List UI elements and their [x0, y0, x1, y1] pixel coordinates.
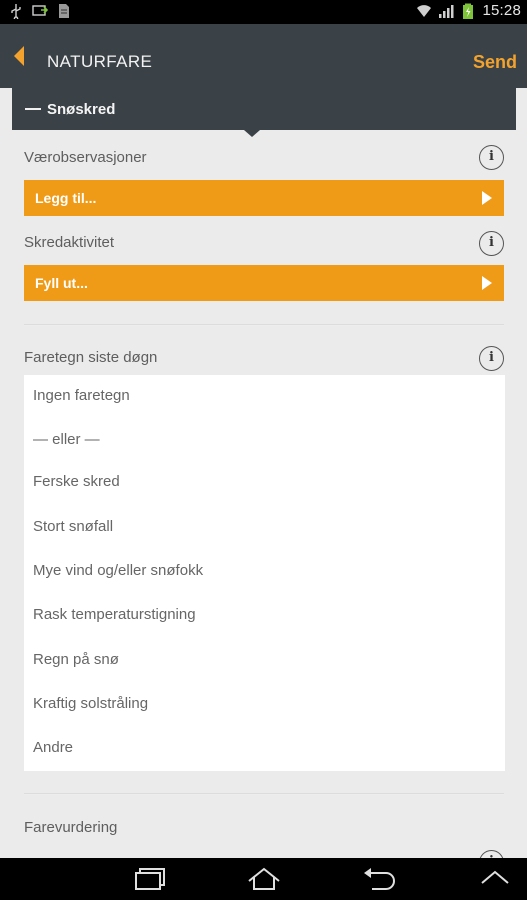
back-icon[interactable]: [362, 867, 396, 891]
list-item[interactable]: Mye vind og/eller snøfokk: [33, 562, 203, 579]
button-label: Legg til...: [35, 190, 97, 206]
home-icon[interactable]: [246, 867, 282, 891]
list-item[interactable]: Ferske skred: [33, 473, 120, 490]
danger-assessment-label: Farevurdering: [24, 819, 118, 836]
button-label: Fyll ut...: [35, 275, 88, 291]
screen-share-icon: [32, 5, 48, 16]
add-weather-observation-button[interactable]: Legg til...: [24, 180, 504, 216]
document-icon: [59, 4, 69, 18]
list-item[interactable]: Kraftig solstråling: [33, 695, 148, 712]
divider: [24, 793, 504, 795]
send-button[interactable]: Send: [473, 52, 517, 73]
list-item[interactable]: Regn på snø: [33, 651, 119, 668]
info-icon[interactable]: i: [479, 850, 504, 858]
status-bar: 15:28: [0, 0, 527, 24]
battery-icon: [463, 3, 474, 19]
collapse-minus-icon: [25, 108, 41, 110]
action-bar: NATURFARE Send: [0, 24, 527, 88]
list-item[interactable]: Rask temperaturstigning: [33, 606, 196, 623]
info-icon[interactable]: i: [479, 346, 504, 371]
list-item[interactable]: Andre: [33, 739, 73, 756]
info-icon[interactable]: i: [479, 231, 504, 256]
info-icon[interactable]: i: [479, 145, 504, 170]
play-arrow-icon: [482, 276, 492, 290]
list-item[interactable]: Ingen faretegn: [33, 387, 130, 404]
avalanche-activity-label: Skredaktivitet: [24, 234, 115, 251]
recent-apps-icon[interactable]: [133, 867, 167, 891]
fill-avalanche-activity-button[interactable]: Fyll ut...: [24, 265, 504, 301]
weather-observations-label: Værobservasjoner: [24, 149, 147, 166]
clock: 15:28: [482, 2, 521, 19]
wifi-icon: [417, 4, 432, 17]
danger-signs-list: Ingen faretegn — eller — Ferske skred St…: [24, 375, 505, 771]
navigation-bar: [0, 858, 527, 900]
chevron-up-icon[interactable]: [480, 867, 510, 887]
section-pointer: [244, 130, 260, 137]
content-area: Snøskred Værobservasjoner i Legg til... …: [0, 88, 527, 858]
back-arrow-icon[interactable]: [12, 45, 26, 67]
page-title: NATURFARE: [47, 52, 153, 71]
list-item[interactable]: Stort snøfall: [33, 518, 113, 535]
play-arrow-icon: [482, 191, 492, 205]
section-title: Snøskred: [47, 101, 116, 118]
usb-icon: [11, 4, 21, 19]
danger-signs-label: Faretegn siste døgn: [24, 349, 158, 366]
signal-icon: [439, 4, 454, 18]
list-separator: — eller —: [33, 431, 100, 448]
divider: [24, 324, 504, 326]
section-header-avalanche[interactable]: Snøskred: [12, 88, 516, 130]
